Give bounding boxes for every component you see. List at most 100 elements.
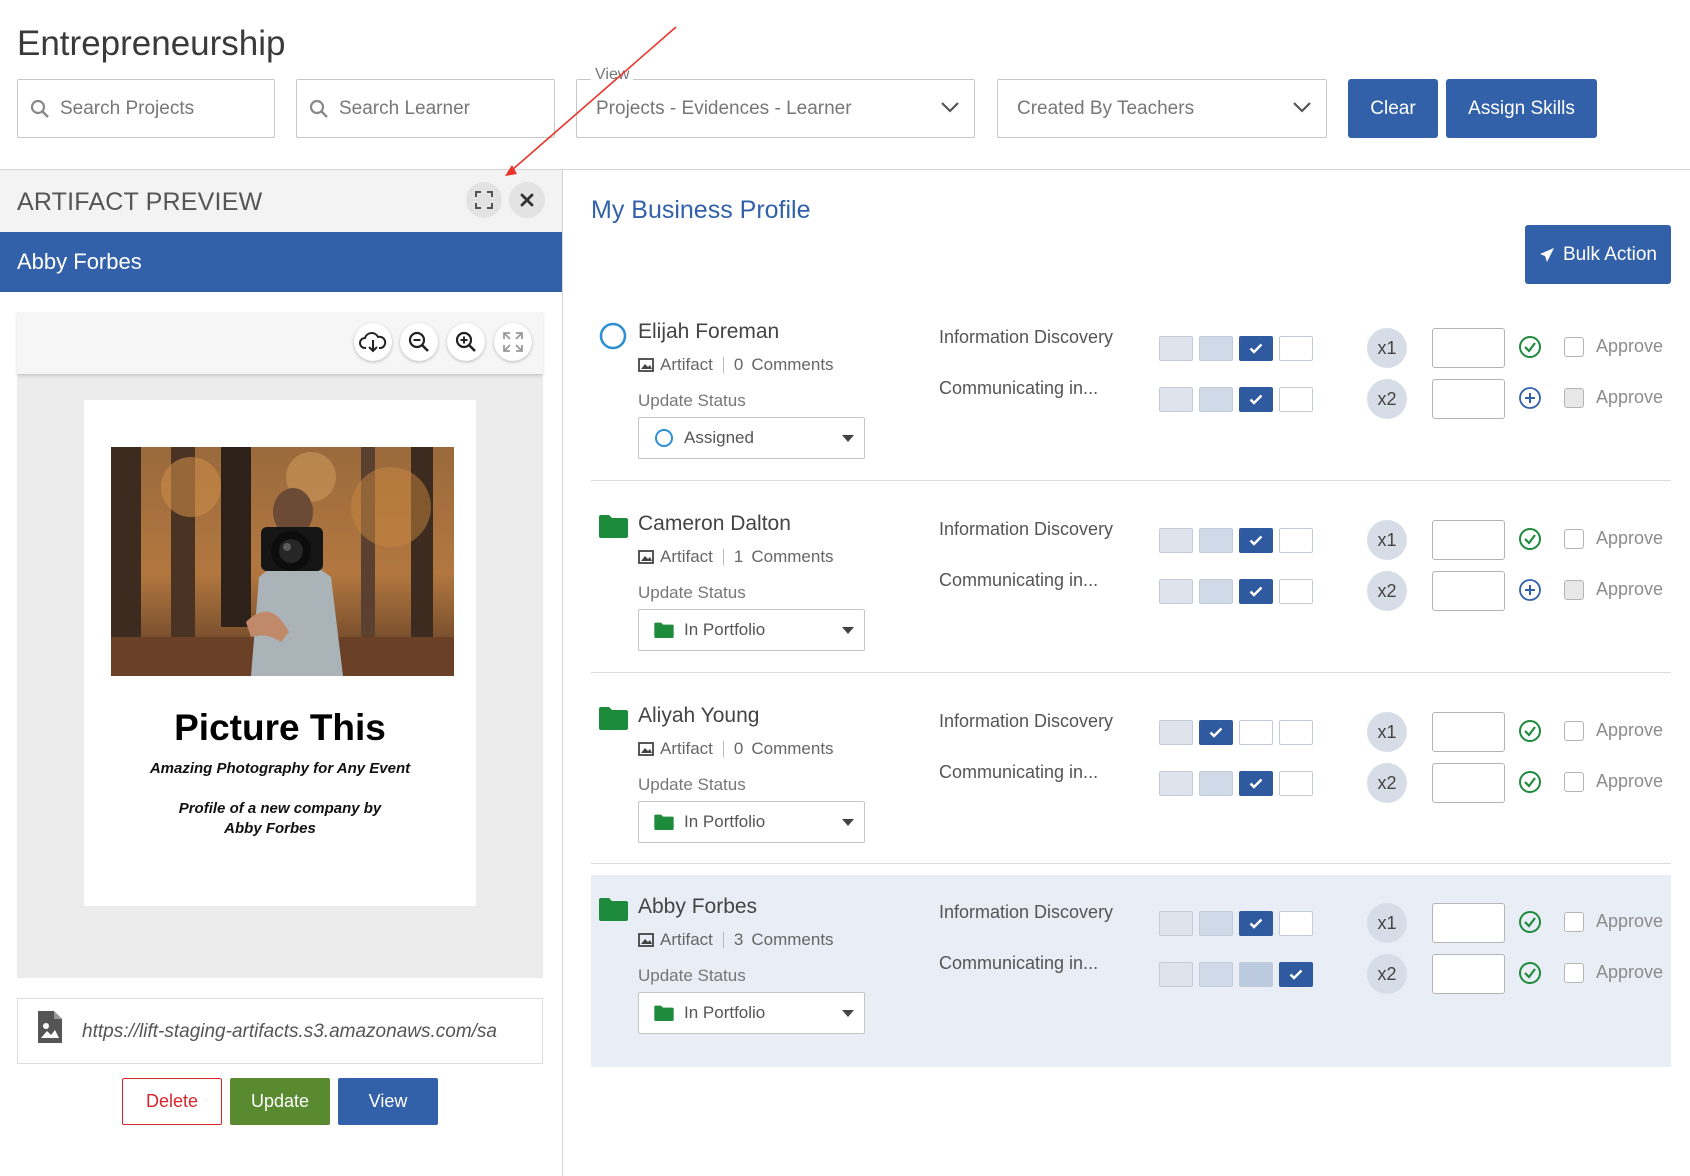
check-circle-icon [1519, 911, 1541, 933]
skill-level-box[interactable] [1159, 336, 1193, 361]
skill-level-box[interactable] [1199, 387, 1233, 412]
skill-level-box[interactable] [1199, 336, 1233, 361]
search-icon [30, 99, 49, 118]
assign-skills-button[interactable]: Assign Skills [1446, 79, 1597, 138]
skill-level-box[interactable] [1239, 579, 1273, 604]
multiplier-badge: x1 [1367, 328, 1407, 368]
status-value: In Portfolio [684, 812, 766, 831]
skill-level-box[interactable] [1239, 720, 1273, 745]
status-select[interactable]: In Portfolio [638, 609, 865, 651]
artifact-link[interactable]: Artifact [660, 355, 713, 375]
skill-level-box[interactable] [1199, 720, 1233, 745]
skill-level-box[interactable] [1279, 387, 1313, 412]
learner-name[interactable]: Aliyah Young [638, 704, 759, 728]
skill-level-box[interactable] [1279, 771, 1313, 796]
multiplier-badge: x2 [1367, 379, 1407, 419]
comments-link[interactable]: Comments [751, 547, 833, 567]
skill-level-box[interactable] [1279, 962, 1313, 987]
score-input[interactable] [1432, 520, 1505, 560]
folder-icon [654, 814, 674, 830]
check-circle-icon [1519, 528, 1541, 550]
approve-checkbox[interactable] [1564, 963, 1584, 983]
approve-checkbox[interactable] [1564, 912, 1584, 932]
view-button[interactable]: View [338, 1078, 438, 1125]
image-icon [638, 550, 654, 564]
expand-panel-button[interactable] [466, 182, 502, 218]
score-input[interactable] [1432, 954, 1505, 994]
check-icon [1289, 969, 1303, 980]
artifact-url-box[interactable]: https://lift-staging-artifacts.s3.amazon… [17, 998, 543, 1064]
skill-level-box[interactable] [1279, 579, 1313, 604]
learner-name[interactable]: Elijah Foreman [638, 320, 779, 344]
skill-level-box[interactable] [1279, 720, 1313, 745]
artifact-link[interactable]: Artifact [660, 739, 713, 759]
approve-checkbox[interactable] [1564, 388, 1584, 408]
approve-checkbox[interactable] [1564, 529, 1584, 549]
skill-level-box[interactable] [1239, 962, 1273, 987]
skill-level-box[interactable] [1239, 528, 1273, 553]
zoom-out-button[interactable] [400, 323, 438, 361]
skill-level-box[interactable] [1279, 911, 1313, 936]
score-input[interactable] [1432, 571, 1505, 611]
clear-button[interactable]: Clear [1348, 79, 1438, 138]
plus-circle-icon[interactable] [1518, 578, 1542, 602]
view-select[interactable]: View Projects - Evidences - Learner [576, 66, 975, 138]
close-panel-button[interactable] [509, 182, 545, 218]
update-button[interactable]: Update [230, 1078, 330, 1125]
skill-level-box[interactable] [1239, 387, 1273, 412]
plus-circle-icon[interactable] [1518, 386, 1542, 410]
skill-level-box[interactable] [1279, 528, 1313, 553]
skill-level-box[interactable] [1199, 962, 1233, 987]
download-button[interactable] [354, 323, 392, 361]
search-learner-input[interactable]: Search Learner [296, 79, 555, 138]
approve-checkbox[interactable] [1564, 721, 1584, 741]
skill-level-box[interactable] [1239, 336, 1273, 361]
skill-level-box[interactable] [1159, 720, 1193, 745]
multiplier-badge: x1 [1367, 520, 1407, 560]
artifact-preview-title: ARTIFACT PREVIEW [17, 188, 263, 216]
skill-level-box[interactable] [1159, 911, 1193, 936]
zoom-in-button[interactable] [447, 323, 485, 361]
score-input[interactable] [1432, 903, 1505, 943]
score-input[interactable] [1432, 712, 1505, 752]
skill-level-box[interactable] [1239, 911, 1273, 936]
preview-learner-name: Abby Forbes [17, 249, 142, 274]
learner-name[interactable]: Cameron Dalton [638, 512, 791, 536]
delete-button[interactable]: Delete [122, 1078, 222, 1125]
skill-level-box[interactable] [1159, 528, 1193, 553]
skill-level-box[interactable] [1159, 579, 1193, 604]
status-value: In Portfolio [684, 1003, 766, 1022]
comments-link[interactable]: Comments [751, 930, 833, 950]
approve-checkbox[interactable] [1564, 580, 1584, 600]
bulk-action-label: Bulk Action [1563, 243, 1657, 265]
skill-level-box[interactable] [1199, 771, 1233, 796]
fullscreen-viewer-button[interactable] [494, 323, 532, 361]
row-separator [591, 863, 1671, 864]
score-input[interactable] [1432, 763, 1505, 803]
artifact-link[interactable]: Artifact [660, 547, 713, 567]
status-select[interactable]: In Portfolio [638, 801, 865, 843]
artifact-link[interactable]: Artifact [660, 930, 713, 950]
score-input[interactable] [1432, 328, 1505, 368]
comments-link[interactable]: Comments [751, 739, 833, 759]
skill-level-box[interactable] [1199, 528, 1233, 553]
approve-checkbox[interactable] [1564, 772, 1584, 792]
learner-name[interactable]: Abby Forbes [638, 895, 757, 919]
search-projects-placeholder: Search Projects [60, 97, 195, 119]
comments-link[interactable]: Comments [751, 355, 833, 375]
created-by-select[interactable]: Created By Teachers [997, 79, 1327, 138]
skill-level-box[interactable] [1159, 962, 1193, 987]
skill-level-box[interactable] [1239, 771, 1273, 796]
bulk-action-button[interactable]: Bulk Action [1525, 225, 1671, 284]
skill-level-box[interactable] [1199, 579, 1233, 604]
status-select[interactable]: In Portfolio [638, 992, 865, 1034]
status-select[interactable]: Assigned [638, 417, 865, 459]
search-projects-input[interactable]: Search Projects [17, 79, 275, 138]
skill-level-box[interactable] [1159, 771, 1193, 796]
skill-level-box[interactable] [1159, 387, 1193, 412]
skill-level-box[interactable] [1199, 911, 1233, 936]
score-input[interactable] [1432, 379, 1505, 419]
approve-checkbox[interactable] [1564, 337, 1584, 357]
circle-outline-icon [655, 429, 673, 447]
skill-level-box[interactable] [1279, 336, 1313, 361]
